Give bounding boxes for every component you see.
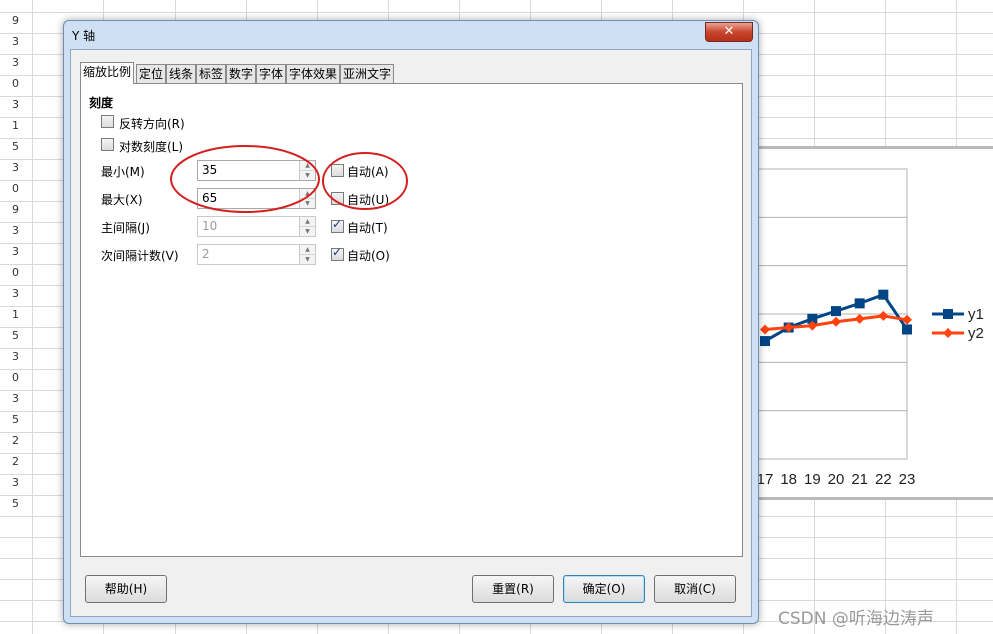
cancel-button[interactable]: 取消(C) (654, 575, 736, 603)
tab-scale[interactable]: 缩放比例 (80, 62, 135, 84)
x-tick-label: 21 (851, 471, 868, 488)
row-number: 5 (12, 329, 19, 342)
tab-asian-typography[interactable]: 亚洲文字 (340, 64, 395, 83)
watermark: CSDN @听海边涛声 (778, 609, 934, 629)
legend-marker-y2 (943, 328, 953, 338)
tab-position[interactable]: 定位 (136, 64, 167, 83)
row-number: 0 (12, 77, 19, 90)
annotation-circle-min-max (170, 145, 320, 213)
data-point-y1 (902, 324, 912, 335)
row-number: 3 (12, 287, 19, 300)
tab-font[interactable]: 字体 (256, 64, 287, 83)
data-point-y1 (878, 289, 889, 300)
tab-numbers[interactable]: 数字 (226, 64, 257, 83)
help-button[interactable]: 帮助(H) (85, 575, 167, 603)
x-tick-label: 17 (757, 471, 774, 488)
row-number: 3 (12, 224, 19, 237)
x-tick-label: 19 (804, 471, 821, 488)
tab-font-effects[interactable]: 字体效果 (286, 64, 341, 83)
row-number: 0 (12, 182, 19, 195)
row-number: 3 (12, 56, 19, 69)
row-number: 9 (12, 14, 19, 27)
data-point-y1 (760, 336, 770, 347)
tab-line[interactable]: 线条 (166, 64, 197, 83)
major-interval-label: 主间隔(J) (101, 221, 150, 235)
spin-up-icon: ▲ (300, 217, 315, 227)
data-point-y1 (831, 306, 841, 317)
section-title: 刻度 (89, 96, 114, 110)
row-number: 9 (12, 203, 19, 216)
major-interval-auto-label: 自动(T) (347, 221, 388, 235)
title-bar[interactable]: Y 轴 ✕ (64, 21, 758, 49)
row-number: 5 (12, 497, 19, 510)
data-point-y1 (854, 298, 865, 309)
row-number: 1 (12, 119, 19, 132)
legend-label-y2: y2 (968, 325, 984, 342)
legend-label-y1: y1 (968, 306, 984, 323)
row-number: 3 (12, 161, 19, 174)
close-icon: ✕ (723, 24, 735, 39)
ok-button[interactable]: 确定(O) (563, 575, 645, 603)
x-tick-label: 20 (828, 471, 845, 488)
max-label: 最大(X) (101, 193, 143, 207)
reverse-direction-label: 反转方向(R) (119, 117, 185, 131)
legend-marker-y1 (943, 309, 953, 319)
major-interval-input: 10 ▲ ▼ (197, 216, 316, 237)
x-tick-label: 22 (875, 471, 892, 488)
minor-interval-count-input: 2 ▲ ▼ (197, 244, 316, 265)
spin-up-icon: ▲ (300, 245, 315, 255)
row-number: 3 (12, 350, 19, 363)
row-number: 5 (12, 413, 19, 426)
y-axis-dialog: Y 轴 ✕ 缩放比例 定位 线条 标签 数字 字体 字体效果 亚洲文字 刻度 反… (63, 20, 759, 624)
x-tick-label: 18 (780, 471, 797, 488)
row-number: 2 (12, 455, 19, 468)
scale-panel: 刻度 反转方向(R) 对数刻度(L) 最小(M) 35 ▲ ▼ 自动(A) 最大(… (80, 83, 743, 557)
x-tick-label: 23 (899, 471, 916, 488)
spin-down-icon: ▼ (300, 227, 315, 236)
minor-interval-auto-checkbox[interactable] (331, 245, 344, 261)
log-scale-checkbox[interactable] (101, 138, 114, 151)
annotation-circle-auto (322, 152, 408, 210)
row-number: 3 (12, 476, 19, 489)
row-number: 3 (12, 98, 19, 111)
line-chart: 17 18 19 20 21 22 23 y1 y2 (755, 168, 984, 488)
row-number: 0 (12, 266, 19, 279)
row-number: 3 (12, 35, 19, 48)
row-number: 0 (12, 371, 19, 384)
major-interval-value: 10 (202, 219, 218, 233)
spin-down-icon: ▼ (300, 255, 315, 264)
dialog-body: 缩放比例 定位 线条 标签 数字 字体 字体效果 亚洲文字 刻度 反转方向(R)… (70, 49, 752, 617)
row-number: 3 (12, 245, 19, 258)
tab-label[interactable]: 标签 (196, 64, 227, 83)
minor-interval-auto-label: 自动(O) (347, 249, 390, 263)
minor-interval-count-label: 次间隔计数(V) (101, 249, 179, 263)
row-number: 5 (12, 140, 19, 153)
row-number: 3 (12, 392, 19, 405)
reset-button[interactable]: 重置(R) (472, 575, 554, 603)
row-number: 2 (12, 434, 19, 447)
minor-interval-count-value: 2 (202, 247, 210, 261)
dialog-title: Y 轴 (72, 29, 96, 43)
close-button[interactable]: ✕ (705, 22, 753, 42)
major-interval-auto-checkbox[interactable] (331, 217, 344, 233)
min-label: 最小(M) (101, 165, 145, 179)
row-number: 1 (12, 308, 19, 321)
reverse-direction-checkbox[interactable] (101, 115, 114, 128)
chart-area[interactable]: 17 18 19 20 21 22 23 y1 y2 (755, 146, 993, 500)
